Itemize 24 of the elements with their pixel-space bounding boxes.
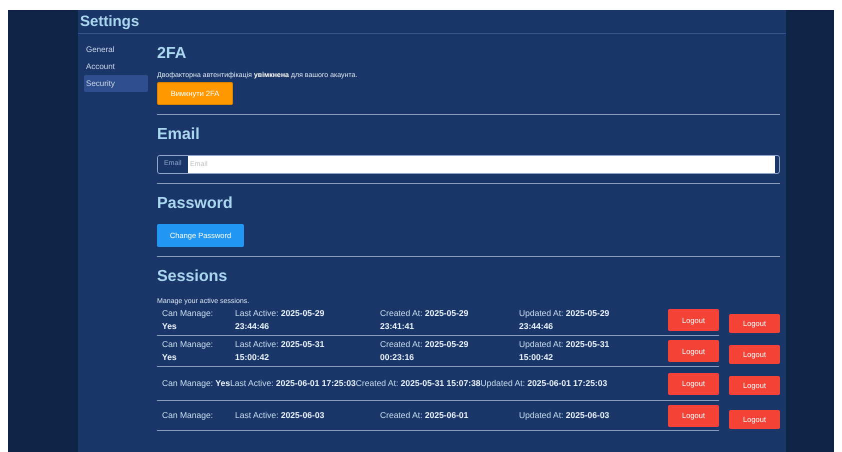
session-field: Last Active: 2025-06-03 [235, 409, 380, 422]
session-field: Created At: 2025-05-31 15:07:38 [356, 377, 481, 390]
session-field: Updated At: 2025-06-01 17:25:03 [480, 377, 608, 390]
session-field: Updated At: 2025-05-31 15:00:42 [519, 338, 666, 364]
section-heading: Sessions [157, 267, 228, 286]
sidebar-item[interactable]: Security [84, 75, 148, 92]
session-field: Updated At: 2025-06-03 [519, 409, 666, 422]
section-heading: 2FA [157, 44, 188, 63]
session-field: Can Manage: Yes [162, 307, 235, 333]
session-field: Updated At: 2025-05-29 23:44:46 [519, 307, 666, 333]
session-field: Created At: 2025-05-29 00:23:16 [380, 338, 519, 364]
sidebar-item[interactable]: Account [84, 58, 148, 75]
session-field: Created At: 2025-05-29 23:41:41 [380, 307, 519, 333]
sidebar-item[interactable]: General [84, 41, 148, 58]
session-field: Last Active: 2025-06-01 17:25:03 [230, 377, 356, 390]
session-field: Can Manage: [162, 409, 235, 422]
page-title: Settings [78, 10, 786, 34]
session-field: Can Manage: Yes [162, 377, 230, 390]
section-heading: Email [157, 125, 201, 144]
session-field: Last Active: 2025-05-31 15:00:42 [235, 338, 380, 364]
session-field: Can Manage: Yes [162, 338, 235, 364]
session-field: Last Active: 2025-05-29 23:44:46 [235, 307, 380, 333]
section-heading: Password [157, 194, 234, 213]
session-field: Created At: 2025-06-01 [380, 409, 519, 422]
